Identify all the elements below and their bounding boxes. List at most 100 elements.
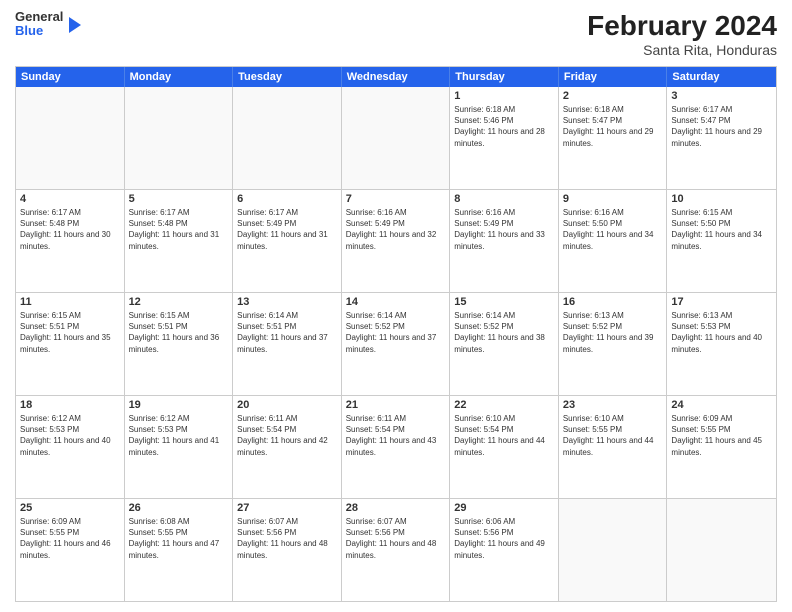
calendar-cell: 2Sunrise: 6:18 AMSunset: 5:47 PMDaylight…	[559, 87, 668, 189]
weekday-header: Tuesday	[233, 67, 342, 87]
logo-general: General	[15, 10, 63, 24]
day-number: 15	[454, 296, 554, 308]
day-info: Sunrise: 6:16 AMSunset: 5:49 PMDaylight:…	[454, 207, 554, 252]
calendar-cell: 11Sunrise: 6:15 AMSunset: 5:51 PMDayligh…	[16, 293, 125, 395]
calendar-cell: 10 Sunrise: 6:15 AMSunset: 5:50 PMDayligh…	[667, 190, 776, 292]
calendar-cell: 18Sunrise: 6:12 AMSunset: 5:53 PMDayligh…	[16, 396, 125, 498]
weekday-header: Thursday	[450, 67, 559, 87]
logo-arrow-icon	[69, 17, 81, 33]
day-number: 19	[129, 399, 229, 411]
day-number: 17	[671, 296, 772, 308]
calendar-cell: 19 Sunrise: 6:12 AMSunset: 5:53 PMDayligh…	[125, 396, 234, 498]
weekday-header: Saturday	[667, 67, 776, 87]
day-info: Sunrise: 6:14 AMSunset: 5:51 PMDaylight:…	[237, 310, 337, 355]
header: General Blue February 2024 Santa Rita, H…	[15, 10, 777, 58]
calendar-body: 1Sunrise: 6:18 AMSunset: 5:46 PMDaylight…	[16, 87, 776, 601]
logo: General Blue	[15, 10, 81, 39]
calendar-cell: 17 Sunrise: 6:13 AMSunset: 5:53 PMDayligh…	[667, 293, 776, 395]
weekday-header: Monday	[125, 67, 234, 87]
calendar-cell: 29 Sunrise: 6:06 AMSunset: 5:56 PMDayligh…	[450, 499, 559, 601]
day-number: 5	[129, 193, 229, 205]
day-number: 13	[237, 296, 337, 308]
day-info: Sunrise: 6:15 AMSunset: 5:51 PMDaylight:…	[20, 310, 120, 355]
day-number: 20	[237, 399, 337, 411]
day-info: Sunrise: 6:09 AMSunset: 5:55 PMDaylight:…	[671, 413, 772, 458]
day-number: 6	[237, 193, 337, 205]
day-number: 25	[20, 502, 120, 514]
calendar-cell: 1Sunrise: 6:18 AMSunset: 5:46 PMDaylight…	[450, 87, 559, 189]
calendar-cell: 24 Sunrise: 6:09 AMSunset: 5:55 PMDayligh…	[667, 396, 776, 498]
calendar-cell: 4 Sunrise: 6:17 AMSunset: 5:48 PMDaylight…	[16, 190, 125, 292]
day-number: 26	[129, 502, 229, 514]
day-info: Sunrise: 6:17 AMSunset: 5:48 PMDaylight:…	[129, 207, 229, 252]
calendar-cell	[125, 87, 234, 189]
day-info: Sunrise: 6:11 AMSunset: 5:54 PMDaylight:…	[346, 413, 446, 458]
calendar-cell: 20 Sunrise: 6:11 AMSunset: 5:54 PMDayligh…	[233, 396, 342, 498]
weekday-header: Friday	[559, 67, 668, 87]
subtitle: Santa Rita, Honduras	[587, 42, 777, 58]
day-info: Sunrise: 6:13 AMSunset: 5:53 PMDaylight:…	[671, 310, 772, 355]
day-number: 2	[563, 90, 663, 102]
calendar-cell: 27 Sunrise: 6:07 AMSunset: 5:56 PMDayligh…	[233, 499, 342, 601]
day-info: Sunrise: 6:07 AMSunset: 5:56 PMDaylight:…	[237, 516, 337, 561]
calendar-cell: 3Sunrise: 6:17 AMSunset: 5:47 PMDaylight…	[667, 87, 776, 189]
day-info: Sunrise: 6:07 AMSunset: 5:56 PMDaylight:…	[346, 516, 446, 561]
day-info: Sunrise: 6:14 AMSunset: 5:52 PMDaylight:…	[346, 310, 446, 355]
calendar-header: SundayMondayTuesdayWednesdayThursdayFrid…	[16, 67, 776, 87]
day-number: 21	[346, 399, 446, 411]
calendar-cell: 7Sunrise: 6:16 AMSunset: 5:49 PMDaylight…	[342, 190, 451, 292]
day-number: 16	[563, 296, 663, 308]
day-number: 29	[454, 502, 554, 514]
day-info: Sunrise: 6:18 AMSunset: 5:46 PMDaylight:…	[454, 104, 554, 149]
calendar-cell: 21 Sunrise: 6:11 AMSunset: 5:54 PMDayligh…	[342, 396, 451, 498]
day-number: 14	[346, 296, 446, 308]
day-info: Sunrise: 6:15 AMSunset: 5:50 PMDaylight:…	[671, 207, 772, 252]
calendar-cell: 8 Sunrise: 6:16 AMSunset: 5:49 PMDaylight…	[450, 190, 559, 292]
day-number: 27	[237, 502, 337, 514]
day-info: Sunrise: 6:14 AMSunset: 5:52 PMDaylight:…	[454, 310, 554, 355]
day-info: Sunrise: 6:11 AMSunset: 5:54 PMDaylight:…	[237, 413, 337, 458]
title-block: February 2024 Santa Rita, Honduras	[587, 10, 777, 58]
day-number: 3	[671, 90, 772, 102]
day-info: Sunrise: 6:16 AMSunset: 5:50 PMDaylight:…	[563, 207, 663, 252]
calendar-cell	[16, 87, 125, 189]
day-info: Sunrise: 6:08 AMSunset: 5:55 PMDaylight:…	[129, 516, 229, 561]
calendar: SundayMondayTuesdayWednesdayThursdayFrid…	[15, 66, 777, 602]
logo-text: General Blue	[15, 10, 63, 39]
calendar-cell: 13 Sunrise: 6:14 AMSunset: 5:51 PMDayligh…	[233, 293, 342, 395]
main-title: February 2024	[587, 10, 777, 42]
calendar-cell: 28 Sunrise: 6:07 AMSunset: 5:56 PMDayligh…	[342, 499, 451, 601]
day-number: 4	[20, 193, 120, 205]
logo-blue: Blue	[15, 24, 63, 38]
calendar-cell: 12Sunrise: 6:15 AMSunset: 5:51 PMDayligh…	[125, 293, 234, 395]
day-number: 8	[454, 193, 554, 205]
calendar-cell: 26 Sunrise: 6:08 AMSunset: 5:55 PMDayligh…	[125, 499, 234, 601]
calendar-row: 11Sunrise: 6:15 AMSunset: 5:51 PMDayligh…	[16, 292, 776, 395]
calendar-row: 4 Sunrise: 6:17 AMSunset: 5:48 PMDaylight…	[16, 189, 776, 292]
calendar-cell: 6 Sunrise: 6:17 AMSunset: 5:49 PMDaylight…	[233, 190, 342, 292]
calendar-cell	[559, 499, 668, 601]
day-number: 12	[129, 296, 229, 308]
day-info: Sunrise: 6:12 AMSunset: 5:53 PMDaylight:…	[129, 413, 229, 458]
day-info: Sunrise: 6:06 AMSunset: 5:56 PMDaylight:…	[454, 516, 554, 561]
day-info: Sunrise: 6:10 AMSunset: 5:55 PMDaylight:…	[563, 413, 663, 458]
day-number: 28	[346, 502, 446, 514]
calendar-cell: 25Sunrise: 6:09 AMSunset: 5:55 PMDayligh…	[16, 499, 125, 601]
calendar-cell: 15 Sunrise: 6:14 AMSunset: 5:52 PMDayligh…	[450, 293, 559, 395]
day-number: 7	[346, 193, 446, 205]
day-info: Sunrise: 6:13 AMSunset: 5:52 PMDaylight:…	[563, 310, 663, 355]
calendar-cell: 14 Sunrise: 6:14 AMSunset: 5:52 PMDayligh…	[342, 293, 451, 395]
calendar-cell: 22Sunrise: 6:10 AMSunset: 5:54 PMDayligh…	[450, 396, 559, 498]
page: General Blue February 2024 Santa Rita, H…	[0, 0, 792, 612]
day-info: Sunrise: 6:17 AMSunset: 5:49 PMDaylight:…	[237, 207, 337, 252]
calendar-row: 1Sunrise: 6:18 AMSunset: 5:46 PMDaylight…	[16, 87, 776, 189]
day-number: 24	[671, 399, 772, 411]
calendar-cell	[667, 499, 776, 601]
calendar-cell	[342, 87, 451, 189]
weekday-header: Wednesday	[342, 67, 451, 87]
calendar-cell: 5 Sunrise: 6:17 AMSunset: 5:48 PMDaylight…	[125, 190, 234, 292]
day-number: 10	[671, 193, 772, 205]
day-info: Sunrise: 6:17 AMSunset: 5:48 PMDaylight:…	[20, 207, 120, 252]
calendar-cell: 9Sunrise: 6:16 AMSunset: 5:50 PMDaylight…	[559, 190, 668, 292]
calendar-cell: 23Sunrise: 6:10 AMSunset: 5:55 PMDayligh…	[559, 396, 668, 498]
